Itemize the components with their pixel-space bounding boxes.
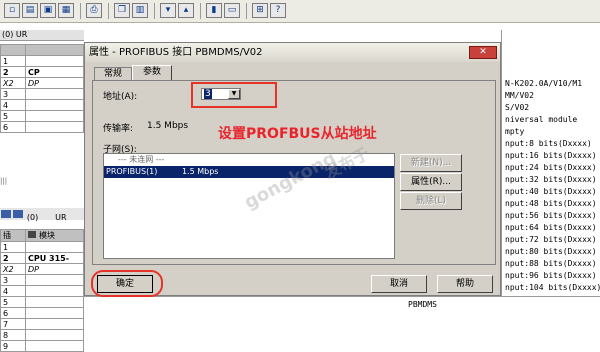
station-rack-table: 1 2 CP X2 DP 3 4 5 6	[0, 44, 84, 133]
rack-slot[interactable]: 5	[0, 110, 26, 122]
station-title-bar: (0) UR	[0, 30, 84, 41]
netpro-icon[interactable]: ⊞	[252, 3, 268, 18]
status-area	[84, 296, 405, 338]
catalog-item[interactable]: nput:72 bits(Dxxxx)	[505, 234, 600, 246]
copy-icon[interactable]: ❐	[114, 3, 130, 18]
annotation-text: 设置PROFBUS从站地址	[218, 126, 377, 142]
upload-icon[interactable]: ▴	[178, 3, 194, 18]
detail-row-slot[interactable]: 4	[0, 285, 26, 297]
catalog-item[interactable]: nput:16 bits(Dxxxx)	[505, 150, 600, 162]
detail-row-slot[interactable]: 2	[0, 252, 26, 264]
catalog-item[interactable]: niversal module	[505, 114, 600, 126]
tab-parameters[interactable]: 参数	[132, 65, 172, 81]
rack-slot[interactable]: 6	[0, 121, 26, 133]
subnet-name: PROFIBUS(1)	[106, 167, 158, 176]
detail-row-slot[interactable]: 9	[0, 340, 26, 352]
print-icon[interactable]: ⎙	[86, 3, 102, 18]
download-icon[interactable]: ▾	[160, 3, 176, 18]
col-slot: 插	[0, 229, 26, 242]
detail-title-prefix: (0)	[26, 213, 39, 222]
new-icon[interactable]: ▫	[4, 3, 20, 18]
catalog-item[interactable]: mpty	[505, 126, 600, 138]
detail-row-slot[interactable]: 8	[0, 329, 26, 341]
view-icon[interactable]: ▭	[224, 3, 240, 18]
detail-table: 插模块 1 2 CPU 315- X2 DP 3 4 5 6 7 8 9	[0, 229, 84, 352]
station-title: (0) UR	[2, 30, 28, 39]
rate-label: 传输率:	[103, 124, 134, 134]
catalog-item[interactable]: nput:104 bits(Dxxxx)	[505, 282, 600, 294]
catalog-footer: PBMDMS	[408, 300, 437, 309]
catalog-item[interactable]: N-K202.0A/V10/M1	[505, 78, 600, 90]
detail-title-suffix: UR	[55, 213, 67, 222]
dialog-title: 属性 - PROFIBUS 接口 PBMDMS/V02	[89, 47, 263, 58]
catalog-list: N-K202.0A/V10/M1 MM/V02 S/V02 niversal m…	[502, 30, 600, 294]
col-module: 模块	[25, 229, 84, 242]
toolbar-separator	[246, 3, 247, 19]
detail-title-bar: (0) UR	[0, 208, 84, 222]
tab-general[interactable]: 常规	[94, 67, 132, 81]
catalog-item[interactable]: nput:48 bits(Dxxxx)	[505, 198, 600, 210]
splitter[interactable]: |||	[0, 176, 84, 185]
toolbar-separator	[200, 3, 201, 19]
catalog-item[interactable]: nput:24 bits(Dxxxx)	[505, 162, 600, 174]
module-icon	[28, 231, 36, 238]
rack-slot[interactable]: 3	[0, 88, 26, 100]
cpu-module-label[interactable]: CPU 315-	[25, 252, 84, 264]
catalog-item[interactable]: nput:56 bits(Dxxxx)	[505, 210, 600, 222]
catalog-item[interactable]: nput:80 bits(Dxxxx)	[505, 246, 600, 258]
ok-highlight-ellipse	[91, 270, 163, 297]
detail-row-slot[interactable]: 1	[0, 241, 26, 253]
rack-slot[interactable]: 2	[0, 66, 26, 78]
delete-subnet-button[interactable]: 删除(L)	[400, 192, 462, 210]
catalog-icon[interactable]: ▮	[206, 3, 222, 18]
address-label: 地址(A):	[103, 92, 138, 102]
catalog-item[interactable]: MM/V02	[505, 90, 600, 102]
rate-value: 1.5 Mbps	[147, 121, 189, 131]
detail-row-slot[interactable]: X2	[0, 263, 26, 275]
close-button[interactable]: ✕	[469, 46, 497, 59]
help-button[interactable]: 帮助	[437, 275, 493, 293]
new-subnet-button[interactable]: 新建(N)...	[400, 154, 462, 172]
paste-icon[interactable]: ▥	[132, 3, 148, 18]
rack-slot[interactable]: X2	[0, 77, 26, 89]
toolbar-separator	[108, 3, 109, 19]
dp-interface-short[interactable]: DP	[25, 77, 84, 89]
rack-slot[interactable]: 4	[0, 99, 26, 111]
detail-row-slot[interactable]: 3	[0, 274, 26, 286]
catalog-info-box: PBMDMS	[405, 296, 600, 338]
dialog-title-bar: 属性 - PROFIBUS 接口 PBMDMS/V02	[85, 43, 500, 62]
save-icon[interactable]: ▣	[40, 3, 56, 18]
back-icon[interactable]	[1, 210, 11, 218]
save-compile-icon[interactable]: ▦	[58, 3, 74, 18]
open-icon[interactable]: ▤	[22, 3, 38, 18]
catalog-item[interactable]: nput:40 bits(Dxxxx)	[505, 186, 600, 198]
catalog-item[interactable]: nput:88 bits(Dxxxx)	[505, 258, 600, 270]
toolbar-separator	[154, 3, 155, 19]
address-highlight-box	[191, 82, 277, 108]
catalog-item[interactable]: nput:64 bits(Dxxxx)	[505, 222, 600, 234]
catalog-item[interactable]: nput:8 bits(Dxxxx)	[505, 138, 600, 150]
cpu-module-short[interactable]: CP	[25, 66, 84, 78]
detail-row-slot[interactable]: 6	[0, 307, 26, 319]
cancel-button[interactable]: 取消	[371, 275, 427, 293]
catalog-item[interactable]: nput:96 bits(Dxxxx)	[505, 270, 600, 282]
close-icon: ✕	[479, 47, 487, 57]
rack-slot[interactable]: 1	[0, 55, 26, 67]
help-icon[interactable]: ?	[270, 3, 286, 18]
subnet-properties-button[interactable]: 属性(R)...	[400, 173, 462, 191]
forward-icon[interactable]	[13, 210, 23, 218]
main-toolbar: ▫ ▤ ▣ ▦ ⎙ ❐ ▥ ▾ ▴ ▮ ▭ ⊞ ?	[0, 0, 600, 23]
toolbar-separator	[80, 3, 81, 19]
detail-row-slot[interactable]: 7	[0, 318, 26, 330]
catalog-item[interactable]: nput:32 bits(Dxxxx)	[505, 174, 600, 186]
hardware-catalog: N-K202.0A/V10/M1 MM/V02 S/V02 niversal m…	[501, 30, 600, 300]
catalog-item[interactable]: S/V02	[505, 102, 600, 114]
subnet-rate: 1.5 Mbps	[181, 167, 219, 176]
detail-row-slot[interactable]: 5	[0, 296, 26, 308]
dp-interface-label[interactable]: DP	[25, 263, 84, 275]
